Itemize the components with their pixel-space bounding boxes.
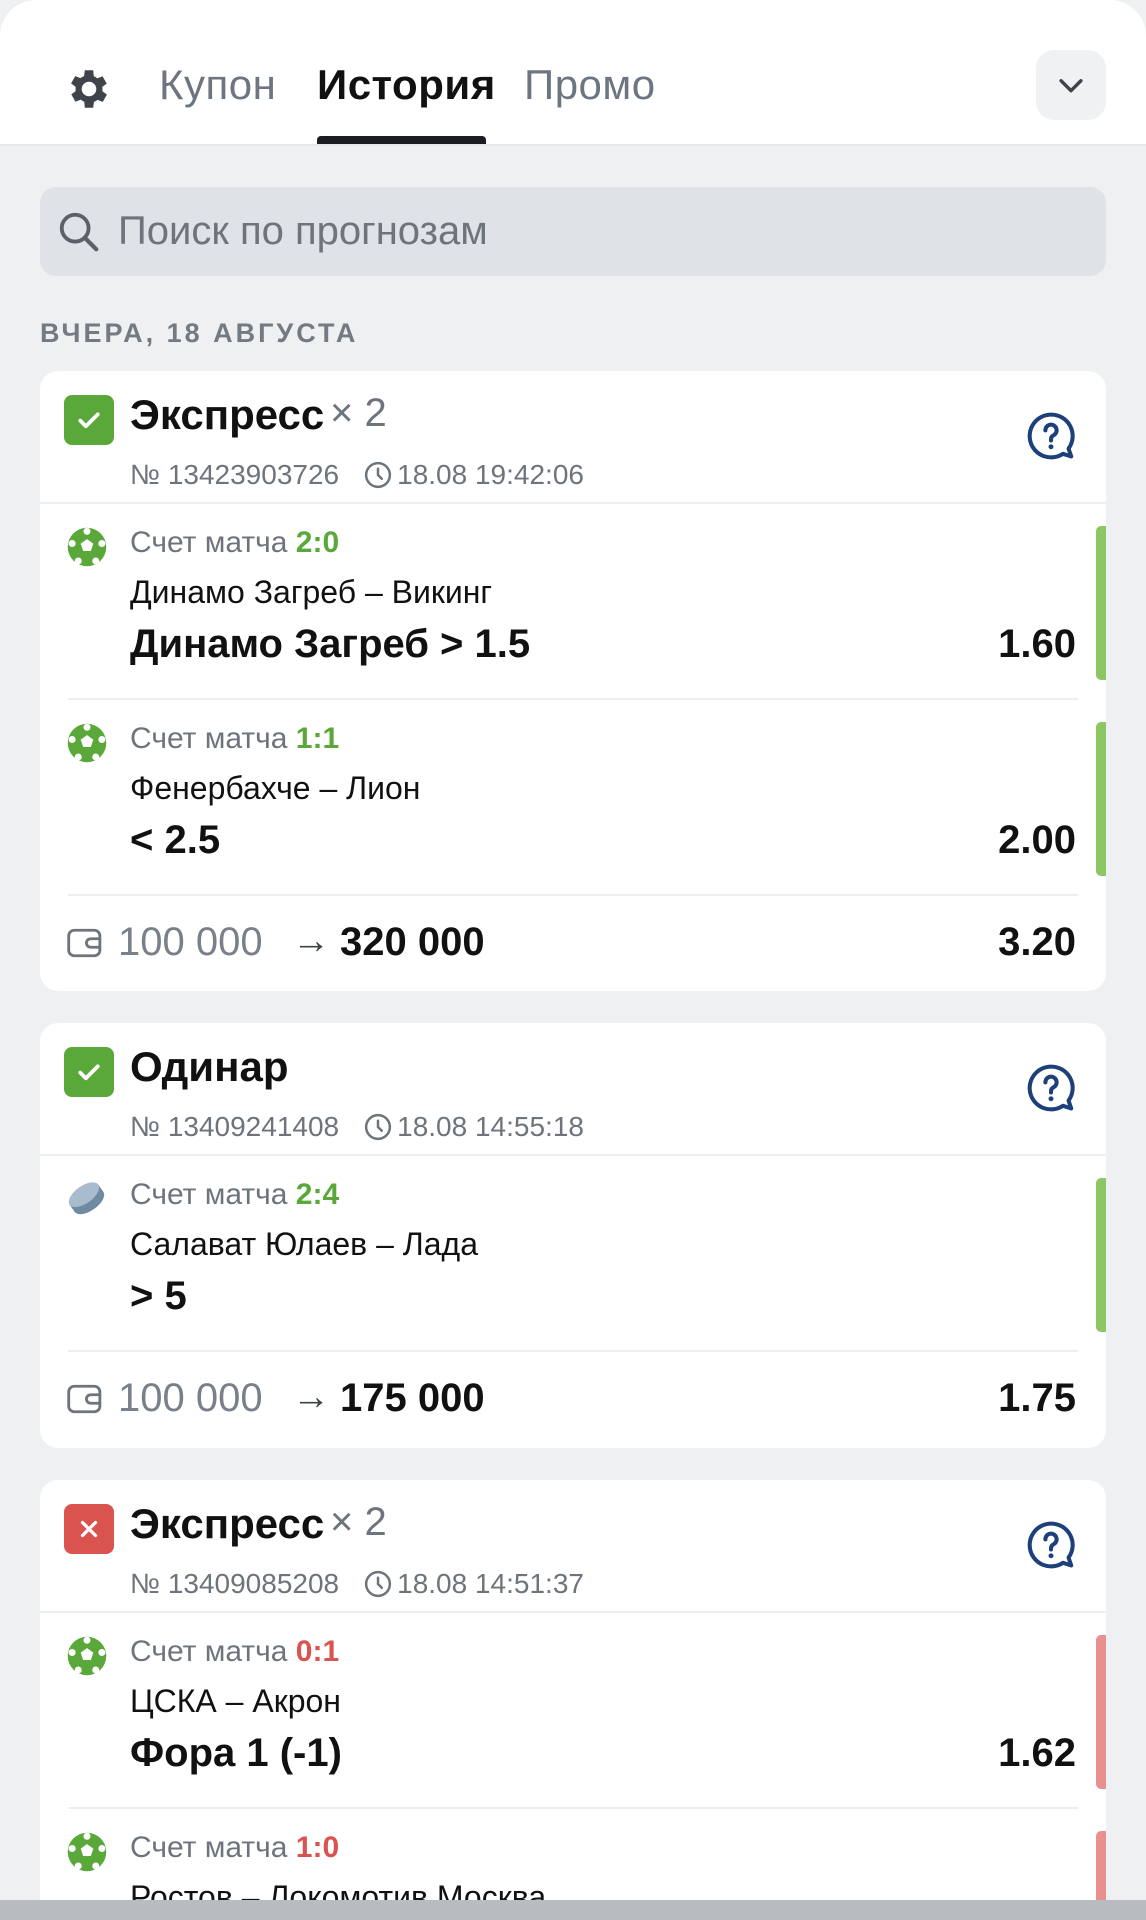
score-label: Счет матча [130, 1178, 288, 1211]
selection-odd: 2.00 [998, 818, 1076, 862]
selection-row[interactable]: Счет матча 2:0 Динамо Загреб – Викинг Ди… [40, 504, 1106, 700]
bet-multiplier: × 2 [330, 1500, 387, 1544]
help-chat-icon[interactable] [1024, 1061, 1078, 1115]
help-chat-icon[interactable] [1024, 1518, 1078, 1572]
score-line: Счет матча 2:4 [130, 1178, 339, 1212]
tab-coupon[interactable]: Купон [159, 60, 276, 110]
score-label: Счет матча [130, 1831, 288, 1864]
bet-time: 18.08 14:51:37 [397, 1568, 584, 1599]
status-won-badge [64, 1047, 114, 1097]
bet-meta: № 13409085208 18.08 14:51:37 [130, 1568, 584, 1600]
tab-promo[interactable]: Промо [524, 60, 656, 110]
payout-amount: 320 000 [340, 920, 485, 964]
score-line: Счет матча 1:1 [130, 722, 339, 756]
soccer-ball-icon [67, 527, 107, 567]
search-icon [59, 212, 99, 252]
selection-row[interactable]: Счет матча 1:1 Фенербахче – Лион < 2.5 2… [40, 700, 1106, 896]
result-indicator-won [1096, 722, 1106, 876]
hockey-puck-icon [68, 1182, 105, 1215]
match-score: 0:1 [295, 1635, 340, 1668]
match-teams: ЦСКА – Акрон [130, 1683, 341, 1719]
soccer-ball-icon [67, 1636, 107, 1676]
bet-pick: > 5 [130, 1274, 187, 1318]
clock-icon [365, 1113, 392, 1141]
bet-meta: № 13423903726 18.08 19:42:06 [130, 459, 584, 491]
tab-history[interactable]: История [317, 60, 496, 110]
gear-icon[interactable] [64, 64, 114, 114]
score-line: Счет матча 0:1 [130, 1635, 339, 1669]
score-line: Счет матча 2:0 [130, 526, 339, 560]
clock-icon [365, 461, 392, 489]
soccer-ball-icon [67, 1832, 107, 1872]
result-indicator-won [1096, 1178, 1106, 1332]
active-tab-indicator [317, 136, 486, 144]
checkmark-icon [78, 1064, 100, 1081]
date-group-header: ВЧЕРА, 18 АВГУСТА [40, 318, 359, 348]
clock-icon [365, 1570, 392, 1598]
bet-type-title: Экспресс [130, 1500, 325, 1547]
score-label: Счет матча [130, 526, 288, 559]
search-input[interactable] [118, 187, 1078, 276]
wallet-icon [67, 928, 102, 958]
match-score: 1:1 [295, 722, 340, 755]
bet-summary: 100 000 → 175 000 1.75 [40, 1352, 1106, 1447]
bet-number: № 13409085208 [130, 1568, 340, 1599]
match-score: 2:4 [295, 1178, 340, 1211]
match-score: 2:0 [295, 526, 340, 559]
match-teams: Динамо Загреб – Викинг [130, 574, 493, 610]
stake-amount: 100 000 [118, 920, 263, 964]
total-odd: 3.20 [998, 920, 1076, 964]
bet-number: № 13423903726 [130, 459, 340, 490]
bet-meta: № 13409241408 18.08 14:55:18 [130, 1111, 584, 1143]
bet-pick: Динамо Загреб > 1.5 [130, 622, 531, 666]
score-line: Счет матча 1:0 [130, 1831, 339, 1865]
bet-time: 18.08 19:42:06 [397, 459, 584, 490]
bet-time: 18.08 14:55:18 [397, 1111, 584, 1142]
total-odd: 1.75 [998, 1376, 1076, 1420]
selection-row[interactable]: Счет матча 0:1 ЦСКА – Акрон Фора 1 (-1) … [40, 1613, 1106, 1809]
match-score: 1:0 [295, 1831, 340, 1864]
bet-card-header: Экспресс × 2 № 13423903726 18.08 19:42:0… [40, 371, 1106, 504]
bet-type-title: Одинар [130, 1043, 289, 1090]
bet-card[interactable]: Одинар № 13409241408 18.08 14:55:18 Счет… [40, 1023, 1106, 1448]
bet-pick: < 2.5 [130, 818, 221, 862]
chevron-down-icon [1059, 79, 1083, 93]
bet-pick: Фора 1 (-1) [130, 1731, 342, 1775]
top-bar: Купон История Промо [0, 0, 1146, 146]
selection-odd: 1.62 [998, 1731, 1076, 1775]
checkmark-icon [78, 412, 100, 429]
selection-row[interactable]: Счет матча 2:4 Салават Юлаев – Лада > 5 [40, 1156, 1106, 1352]
result-indicator-lost [1096, 1635, 1106, 1789]
match-teams: Салават Юлаев – Лада [130, 1226, 479, 1262]
bet-summary: 100 000 → 320 000 3.20 [40, 896, 1106, 991]
help-chat-icon[interactable] [1024, 409, 1078, 463]
soccer-ball-icon [67, 723, 107, 763]
match-teams: Фенербахче – Лион [130, 770, 421, 806]
bet-card-header: Экспресс × 2 № 13409085208 18.08 14:51:3… [40, 1480, 1106, 1613]
status-won-badge [64, 395, 114, 445]
bet-history-sheet: Купон История Промо ВЧЕРА, 18 АВГУСТА Эк… [0, 0, 1146, 1920]
bet-multiplier: × 2 [330, 391, 387, 435]
payout-amount: 175 000 [340, 1376, 485, 1420]
bottom-edge [0, 1900, 1146, 1920]
wallet-icon [67, 1384, 102, 1414]
bet-type-title: Экспресс [130, 391, 325, 438]
score-label: Счет матча [130, 722, 288, 755]
collapse-button[interactable] [1036, 50, 1106, 120]
bet-card[interactable]: Экспресс × 2 № 13423903726 18.08 19:42:0… [40, 371, 1106, 991]
cross-icon [80, 1520, 98, 1538]
bet-card-header: Одинар № 13409241408 18.08 14:55:18 [40, 1023, 1106, 1156]
score-label: Счет матча [130, 1635, 288, 1668]
bet-card[interactable]: Экспресс × 2 № 13409085208 18.08 14:51:3… [40, 1480, 1106, 1920]
search-bar[interactable] [40, 187, 1106, 276]
arrow-right-icon: → [292, 1376, 330, 1418]
status-lost-badge [64, 1504, 114, 1554]
result-indicator-won [1096, 526, 1106, 680]
bet-number: № 13409241408 [130, 1111, 340, 1142]
arrow-right-icon: → [292, 920, 330, 962]
stake-amount: 100 000 [118, 1376, 263, 1420]
selection-odd: 1.60 [998, 622, 1076, 666]
